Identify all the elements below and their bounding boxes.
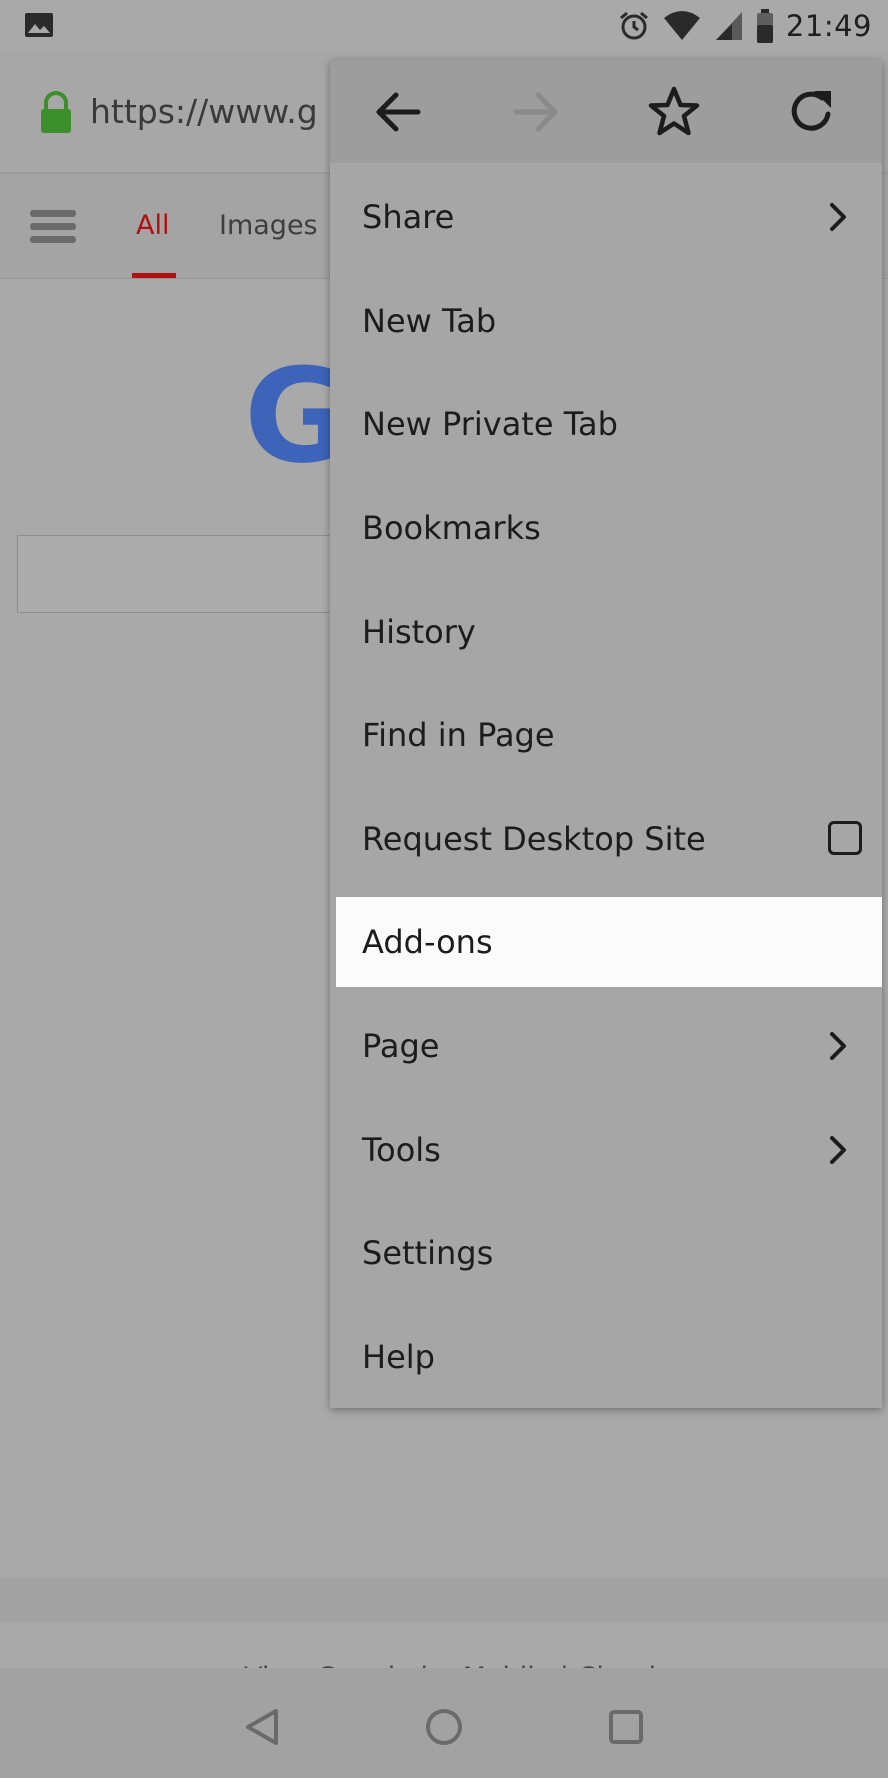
menu-item-label: Tools — [362, 1131, 441, 1169]
menu-item-find-in-page[interactable]: Find in Page — [336, 690, 882, 780]
reload-icon[interactable] — [784, 84, 840, 140]
menu-item-label: Request Desktop Site — [362, 820, 706, 858]
gallery-icon — [25, 13, 53, 37]
menu-header — [330, 60, 882, 163]
chevron-right-icon — [830, 203, 846, 231]
menu-item-page[interactable]: Page — [336, 1001, 882, 1091]
footer-strip — [0, 1578, 888, 1622]
search-input[interactable] — [17, 535, 359, 613]
menu-item-label: Add-ons — [362, 923, 493, 961]
desktop-site-checkbox[interactable] — [828, 821, 862, 855]
clock: 21:49 — [785, 9, 872, 43]
menu-item-history[interactable]: History — [336, 587, 882, 677]
menu-item-label: New Tab — [362, 302, 497, 340]
battery-icon — [756, 9, 773, 43]
menu-item-add-ons[interactable]: Add-ons — [336, 897, 882, 987]
active-tab-indicator — [132, 273, 176, 278]
menu-item-request-desktop-site[interactable]: Request Desktop Site — [336, 794, 882, 884]
menu-item-tools[interactable]: Tools — [336, 1105, 882, 1195]
menu-item-help[interactable]: Help — [336, 1312, 882, 1402]
star-icon[interactable] — [646, 84, 702, 140]
menu-item-label: History — [362, 613, 476, 651]
status-icons: 21:49 — [618, 8, 872, 44]
lock-icon — [41, 91, 71, 133]
menu-item-label: Bookmarks — [362, 509, 541, 547]
back-triangle-icon[interactable] — [240, 1705, 284, 1749]
menu-item-label: Help — [362, 1338, 435, 1376]
back-arrow-icon[interactable] — [370, 84, 426, 140]
signal-icon — [715, 12, 742, 40]
tab-images[interactable]: Images — [219, 210, 318, 241]
menu-item-label: Find in Page — [362, 716, 555, 754]
menu-item-settings[interactable]: Settings — [336, 1208, 882, 1298]
menu-item-label: Share — [362, 198, 455, 236]
menu-item-bookmarks[interactable]: Bookmarks — [336, 483, 882, 573]
chevron-right-icon — [830, 1032, 846, 1060]
menu-item-new-tab[interactable]: New Tab — [336, 276, 882, 366]
menu-item-label: New Private Tab — [362, 405, 618, 443]
recents-square-icon[interactable] — [604, 1705, 648, 1749]
forward-arrow-icon[interactable] — [508, 84, 564, 140]
menu-item-label: Page — [362, 1027, 440, 1065]
home-circle-icon[interactable] — [422, 1705, 466, 1749]
menu-item-new-private-tab[interactable]: New Private Tab — [336, 379, 882, 469]
url-text[interactable]: https://www.g — [90, 92, 318, 131]
tab-all[interactable]: All — [136, 210, 169, 241]
alarm-icon — [619, 11, 648, 40]
overflow-menu: Share New Tab New Private Tab Bookmarks … — [330, 60, 882, 1408]
chevron-right-icon — [830, 1136, 846, 1164]
menu-item-share[interactable]: Share — [336, 172, 882, 262]
wifi-icon — [663, 11, 700, 40]
hamburger-menu-icon[interactable] — [28, 208, 78, 246]
menu-item-label: Settings — [362, 1234, 494, 1272]
